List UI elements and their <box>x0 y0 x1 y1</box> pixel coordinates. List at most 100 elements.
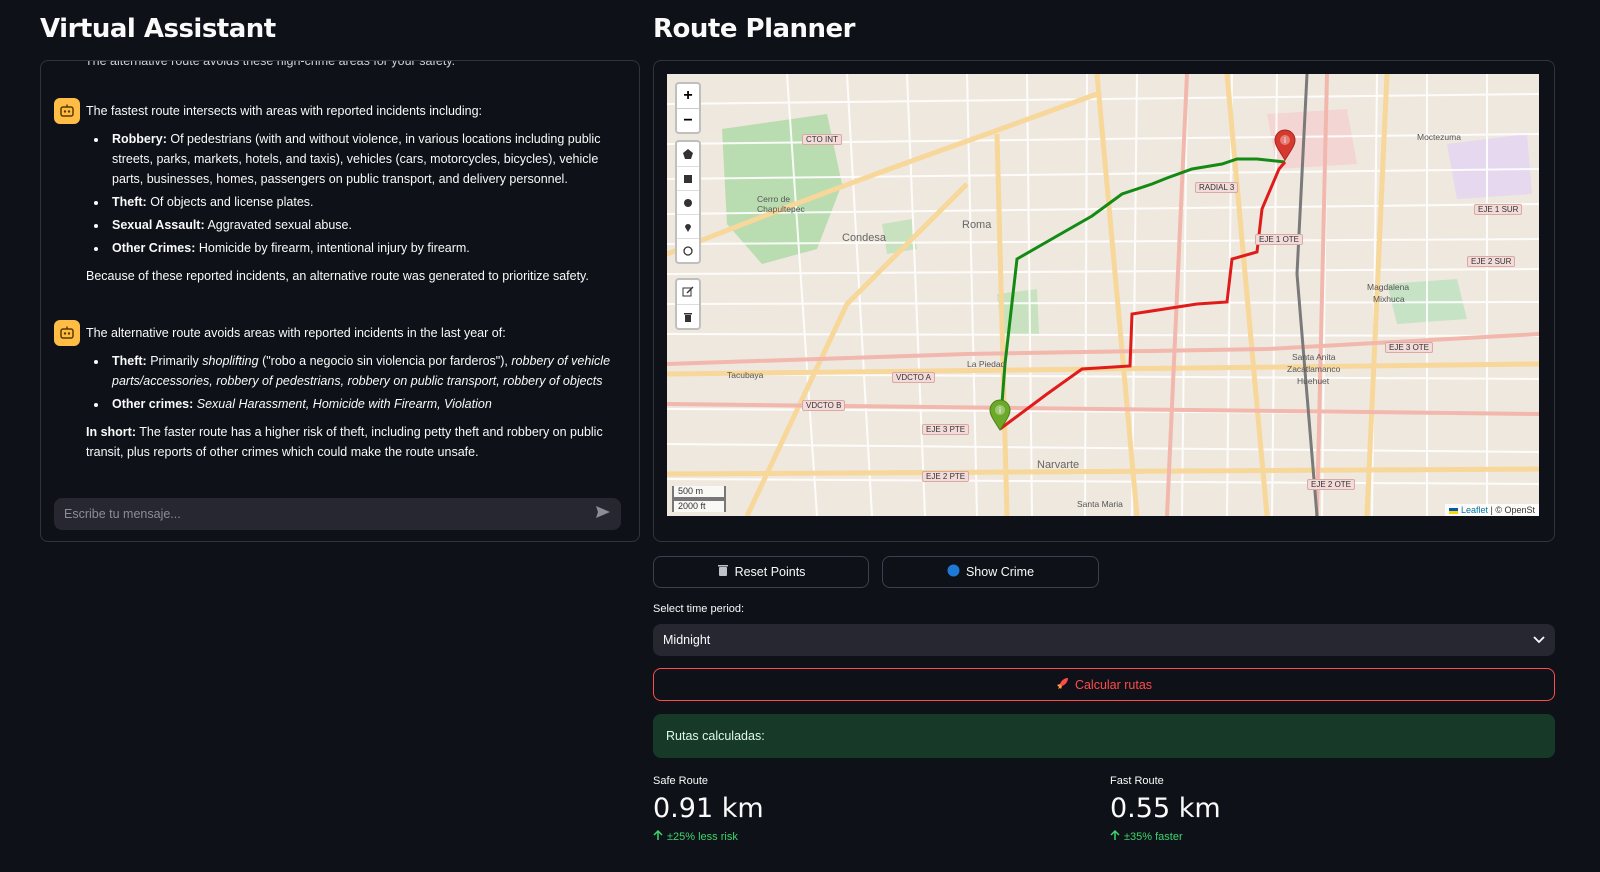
map-panel: Roma Condesa Narvarte Tacubaya La Piedad… <box>653 60 1555 542</box>
metric-delta-text: ±25% less risk <box>667 831 738 843</box>
scale-imperial: 2000 ft <box>672 499 726 512</box>
show-crime-label: Show Crime <box>965 565 1035 579</box>
map-label: Narvarte <box>1037 459 1080 471</box>
list-item: Robbery: Of pedestrians (with and withou… <box>108 129 625 189</box>
map-label: Roma <box>962 219 992 231</box>
message-intro: The alternative route avoids areas with … <box>86 326 506 340</box>
osm-attribution: | © OpenSt <box>1490 505 1536 515</box>
metric-value: 0.91 km <box>653 793 764 824</box>
map-label: Zacatlamanco <box>1287 364 1341 374</box>
road-shield: EJE 1 SUR <box>1474 204 1523 215</box>
draw-polygon-icon[interactable] <box>677 142 699 166</box>
zoom-out-button[interactable]: − <box>677 108 699 132</box>
route-planner-title: Route Planner <box>653 14 856 44</box>
time-period-value: Midnight <box>663 633 711 647</box>
assistant-avatar-icon <box>54 320 80 346</box>
draw-toolbar <box>675 140 701 264</box>
list-item: Sexual Assault: Aggravated sexual abuse. <box>108 215 625 235</box>
calculate-routes-label: Calcular rutas <box>1074 677 1153 692</box>
blue-circle-icon <box>947 564 960 580</box>
svg-text:i: i <box>999 406 1001 415</box>
arrow-up-icon <box>653 829 663 844</box>
map-attribution: Leaflet | © OpenSt <box>1445 504 1539 516</box>
road-shield: EJE 2 OTE <box>1307 479 1356 490</box>
incident-list: Robbery: Of pedestrians (with and withou… <box>108 129 625 258</box>
list-item: Other Crimes: Homicide by firearm, inten… <box>108 238 625 258</box>
send-icon[interactable] <box>595 505 611 524</box>
map-label: Huehuet <box>1297 376 1330 386</box>
map-scale: 500 m 2000 ft <box>672 486 726 512</box>
end-marker-icon[interactable]: i <box>1274 129 1296 166</box>
incident-list: Theft: Primarily shoplifting ("robo a ne… <box>108 351 625 414</box>
edit-layers-icon[interactable] <box>677 280 699 304</box>
chat-message: The fastest route intersects with areas … <box>54 98 625 294</box>
road-shield: RADIAL 3 <box>1195 182 1239 193</box>
reset-points-button[interactable]: Reset Points <box>653 556 869 588</box>
map-label: Santa Maria <box>1077 499 1123 509</box>
trash-icon <box>717 564 729 580</box>
zoom-control: + − <box>675 82 701 134</box>
show-crime-button[interactable]: Show Crime <box>882 556 1099 588</box>
route-map[interactable]: Roma Condesa Narvarte Tacubaya La Piedad… <box>667 74 1539 516</box>
list-item: Other crimes: Sexual Harassment, Homicid… <box>108 394 625 414</box>
chat-message: The alternative route avoids areas with … <box>54 320 625 470</box>
start-marker-icon[interactable]: i <box>989 399 1011 436</box>
map-label: Magdalena <box>1367 282 1410 292</box>
zoom-in-button[interactable]: + <box>677 84 699 108</box>
chat-input-box <box>54 498 621 530</box>
road-shield: CTO INT <box>802 134 842 145</box>
message-intro: The fastest route intersects with areas … <box>86 104 483 118</box>
time-period-label: Select time period: <box>653 603 745 615</box>
edit-toolbar <box>675 278 701 330</box>
arrow-up-icon <box>1110 829 1120 844</box>
road-shield: VDCTO B <box>802 400 846 411</box>
chevron-down-icon <box>1533 633 1545 647</box>
assistant-avatar-icon <box>54 98 80 124</box>
scale-metric: 500 m <box>672 486 726 499</box>
chat-message-cut: The alternative route avoids these high-… <box>85 61 456 68</box>
road-shield: EJE 2 PTE <box>922 471 970 482</box>
draw-marker-icon[interactable] <box>677 214 699 238</box>
list-item: Theft: Primarily shoplifting ("robo a ne… <box>108 351 625 391</box>
message-outro: Because of these reported incidents, an … <box>86 269 589 283</box>
metric-value: 0.55 km <box>1110 793 1221 824</box>
result-title: Rutas calculadas: <box>666 729 765 743</box>
road-shield: VDCTO A <box>892 372 935 383</box>
draw-circlemarker-icon[interactable] <box>677 238 699 262</box>
draw-circle-icon[interactable] <box>677 190 699 214</box>
flag-icon <box>1449 507 1459 514</box>
road-shield: EJE 2 SUR <box>1467 256 1516 267</box>
map-label: La Piedad <box>967 359 1006 369</box>
map-label: Mixhuca <box>1373 294 1405 304</box>
metric-delta-text: ±35% faster <box>1124 831 1183 843</box>
result-alert: Rutas calculadas: <box>653 714 1555 758</box>
delete-layers-icon[interactable] <box>677 304 699 328</box>
metric-label: Fast Route <box>1110 775 1164 787</box>
map-label: Santa Anita <box>1292 352 1336 362</box>
map-label: Moctezuma <box>1417 132 1461 142</box>
map-tiles <box>667 74 1539 516</box>
rocket-icon <box>1056 677 1069 693</box>
reset-points-label: Reset Points <box>734 565 806 579</box>
road-shield: EJE 3 PTE <box>922 424 970 435</box>
metric-delta: ±35% faster <box>1110 829 1221 844</box>
chat-input[interactable] <box>64 507 595 521</box>
road-shield: EJE 1 OTE <box>1255 234 1304 245</box>
map-label: Condesa <box>842 232 887 244</box>
map-label: Tacubaya <box>727 370 764 380</box>
calculate-routes-button[interactable]: Calcular rutas <box>653 668 1555 701</box>
draw-rectangle-icon[interactable] <box>677 166 699 190</box>
svg-text:i: i <box>1284 136 1286 145</box>
time-period-select[interactable]: Midnight <box>653 624 1555 656</box>
metric-delta: ±25% less risk <box>653 829 764 844</box>
metric-label: Safe Route <box>653 775 709 787</box>
chat-messages[interactable]: The alternative route avoids these high-… <box>41 61 639 479</box>
assistant-title: Virtual Assistant <box>40 14 276 44</box>
chat-panel: The alternative route avoids these high-… <box>40 60 640 542</box>
safe-route-metric: Safe Route 0.91 km ±25% less risk <box>653 775 764 844</box>
map-label: Cerro de Chapultepec <box>757 194 805 214</box>
list-item: Theft: Of objects and license plates. <box>108 192 625 212</box>
summary-text: In short: The faster route has a higher … <box>86 425 603 459</box>
leaflet-link[interactable]: Leaflet <box>1461 505 1488 515</box>
road-shield: EJE 3 OTE <box>1385 342 1434 353</box>
